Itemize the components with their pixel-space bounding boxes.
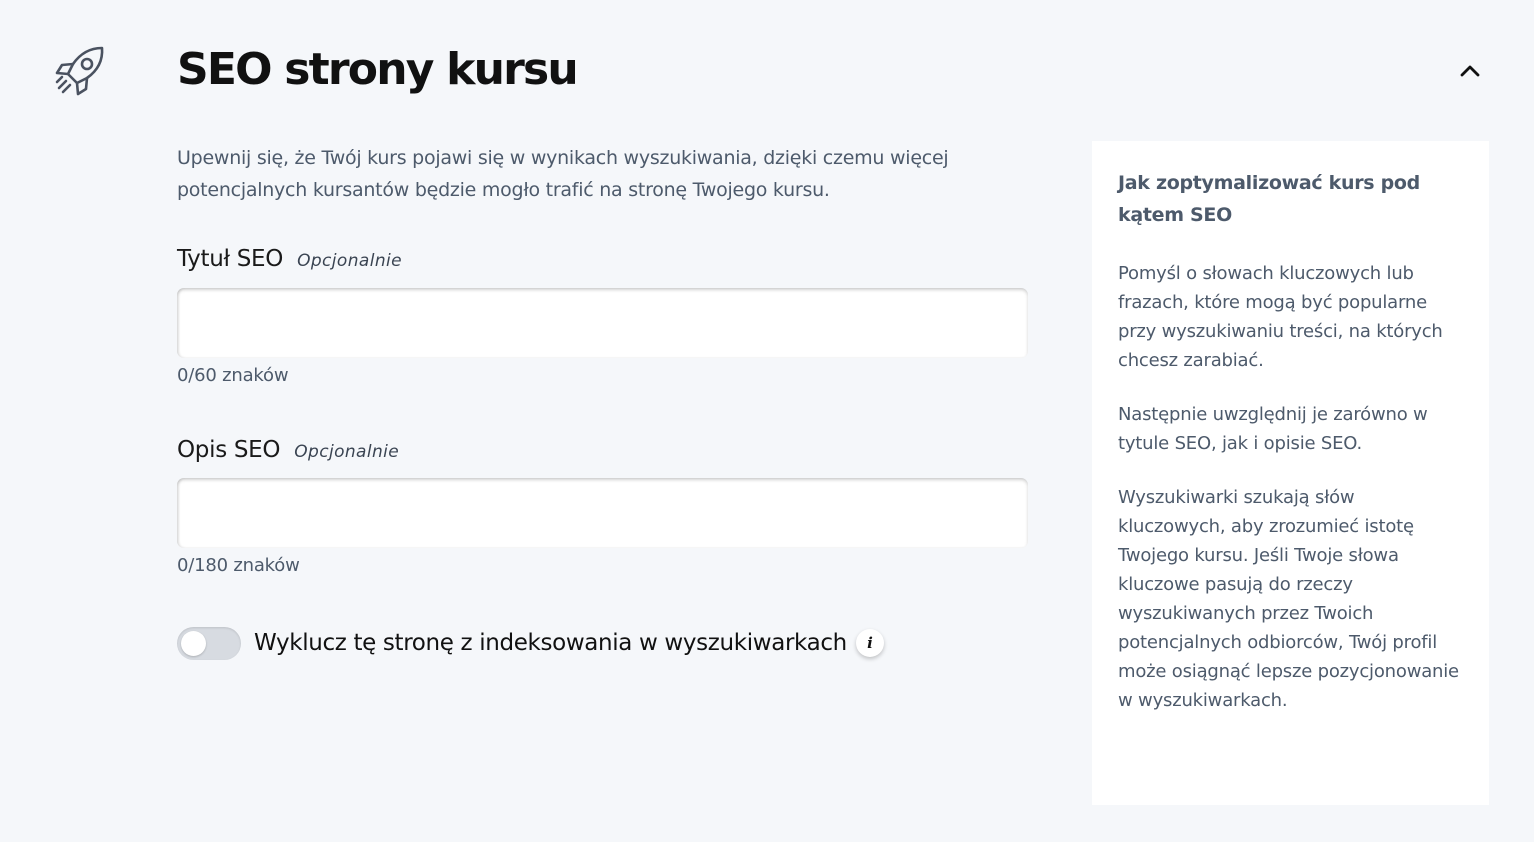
help-heading: Jak zoptymalizować kurs pod kątem SEO: [1118, 172, 1420, 226]
collapse-button[interactable]: [1452, 55, 1488, 87]
info-glyph: i: [867, 634, 873, 652]
exclude-indexing-label: Wyklucz tę stronę z indeksowania w wyszu…: [254, 630, 847, 656]
seo-help-panel: Jak zoptymalizować kurs pod kątem SEO Po…: [1092, 141, 1489, 805]
seo-title-label: Tytuł SEO Opcjonalnie: [177, 246, 402, 272]
section-description: Upewnij się, że Twój kurs pojawi się w w…: [177, 147, 949, 201]
seo-title-label-text: Tytuł SEO: [177, 246, 284, 272]
info-icon[interactable]: i: [856, 629, 884, 657]
help-paragraph: Następnie uwzględnij je zarówno w tytule…: [1118, 404, 1428, 454]
exclude-indexing-toggle[interactable]: [177, 627, 241, 660]
seo-description-counter: 0/180 znaków: [177, 555, 300, 576]
seo-description-label-text: Opis SEO: [177, 437, 281, 463]
page-title: SEO strony kursu: [177, 44, 579, 95]
seo-title-optional: Opcjonalnie: [297, 251, 402, 271]
chevron-up-icon: [1460, 65, 1480, 77]
seo-description-input[interactable]: [177, 478, 1028, 548]
seo-section: SEO strony kursu Upewnij się, że Twój ku…: [0, 0, 1534, 842]
seo-title-input[interactable]: [177, 288, 1028, 358]
help-paragraph: Pomyśl o słowach kluczowych lub frazach,…: [1118, 263, 1443, 371]
seo-title-counter: 0/60 znaków: [177, 365, 289, 386]
help-paragraph: Wyszukiwarki szukają słów kluczowych, ab…: [1118, 487, 1459, 711]
seo-description-optional: Opcjonalnie: [294, 442, 400, 462]
toggle-knob: [181, 631, 206, 656]
seo-description-label: Opis SEO Opcjonalnie: [177, 437, 399, 463]
rocket-icon: [54, 45, 106, 97]
